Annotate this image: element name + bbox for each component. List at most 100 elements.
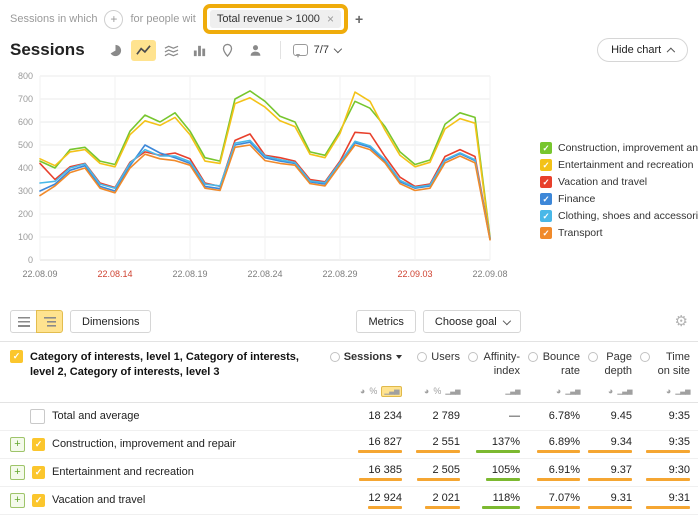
metric-cell: 9.45: [588, 403, 640, 430]
dimensions-button[interactable]: Dimensions: [70, 310, 151, 333]
series-checkbox-icon[interactable]: [540, 176, 552, 188]
bars-display-icon[interactable]: ▁▃▅: [565, 388, 580, 395]
legend-item[interactable]: Clothing, shoes and accessories: [540, 210, 698, 222]
bars-display-icon[interactable]: ▁▃▅: [384, 388, 399, 395]
series-checkbox-icon[interactable]: [540, 227, 552, 239]
legend-item[interactable]: Vacation and travel: [540, 176, 698, 188]
value-bar: [358, 450, 402, 453]
column-label: Users: [431, 351, 460, 365]
metric-cell: 16 385: [328, 459, 410, 486]
svg-text:22.08.24: 22.08.24: [247, 269, 282, 279]
line-chart-icon[interactable]: [131, 40, 156, 61]
legend-label: Construction, improvement and repair: [558, 142, 698, 154]
choose-goal-button[interactable]: Choose goal: [423, 310, 522, 333]
row-label[interactable]: Total and average: [52, 410, 139, 422]
metric-cell: 9:35: [640, 431, 698, 458]
metrics-button[interactable]: Metrics: [356, 310, 415, 333]
percent-display-icon[interactable]: %: [369, 387, 377, 396]
metric-value: 16 385: [368, 464, 402, 476]
column-header-sessions[interactable]: Sessions: [328, 342, 410, 382]
hide-chart-button[interactable]: Hide chart: [597, 38, 688, 62]
filter-tag[interactable]: Total revenue > 1000 ×: [210, 10, 341, 28]
filter-bar: Sessions in which + for people wit Total…: [0, 0, 698, 34]
row-label[interactable]: Construction, improvement and repair: [52, 438, 236, 450]
metric-value: 9:30: [669, 464, 690, 476]
column-header-page-depth[interactable]: Page depth: [588, 342, 640, 382]
map-icon[interactable]: [215, 40, 240, 61]
add-filter-button[interactable]: +: [355, 11, 363, 27]
svg-text:600: 600: [18, 117, 33, 127]
legend-item[interactable]: Construction, improvement and repair: [540, 142, 698, 154]
pie-display-icon[interactable]: ◕: [556, 387, 561, 396]
svg-text:22.09.08: 22.09.08: [472, 269, 507, 279]
pie-display-icon[interactable]: ◕: [608, 387, 613, 396]
metric-cell: 9.37: [588, 459, 640, 486]
metric-cell: 9.34: [588, 431, 640, 458]
column-header-affinity-index[interactable]: Affinity-index: [468, 342, 528, 382]
legend-label: Finance: [558, 193, 595, 205]
row-label[interactable]: Vacation and travel: [52, 494, 145, 506]
select-all-checkbox[interactable]: [10, 350, 23, 363]
percent-display-icon[interactable]: %: [433, 387, 441, 396]
row-checkbox[interactable]: [30, 409, 45, 424]
legend-label: Vacation and travel: [558, 176, 647, 188]
tree-view-button[interactable]: [36, 310, 63, 333]
bars-display-icon[interactable]: ▁▃▅: [675, 388, 690, 395]
add-condition-button[interactable]: +: [104, 10, 123, 29]
metric-cell: 105%: [468, 459, 528, 486]
pie-chart-icon[interactable]: [103, 40, 128, 61]
audience-icon[interactable]: [243, 40, 268, 61]
column-header-time-on-site[interactable]: Time on site: [640, 342, 698, 382]
bars-display-icon[interactable]: ▁▃▅: [617, 388, 632, 395]
legend-item[interactable]: Entertainment and recreation: [540, 159, 698, 171]
column-header-users[interactable]: Users: [410, 342, 468, 382]
legend-item[interactable]: Finance: [540, 193, 698, 205]
bars-display-icon[interactable]: ▁▃▅: [505, 388, 520, 395]
legend-item[interactable]: Transport: [540, 227, 698, 239]
legend-label: Entertainment and recreation: [558, 159, 693, 171]
metric-cell: 6.78%: [528, 403, 588, 430]
svg-text:22.08.29: 22.08.29: [322, 269, 357, 279]
pie-display-icon[interactable]: ◕: [360, 387, 365, 396]
svg-text:700: 700: [18, 94, 33, 104]
annotations-dropdown[interactable]: 7/7: [293, 44, 341, 56]
table-toolbar: Dimensions Metrics Choose goal ⚙: [0, 302, 698, 341]
page-title: Sessions: [10, 40, 85, 60]
value-bar: [368, 506, 402, 509]
value-bar: [588, 506, 632, 509]
table-body: Total and average18 2342 789—6.78%9.459:…: [0, 403, 698, 515]
expand-row-button[interactable]: +: [10, 493, 25, 508]
settings-gear-icon[interactable]: ⚙: [675, 314, 688, 329]
row-checkbox[interactable]: [32, 466, 45, 479]
value-bar: [482, 506, 520, 509]
pie-display-icon[interactable]: ◕: [666, 387, 671, 396]
series-checkbox-icon[interactable]: [540, 210, 552, 222]
row-label-cell: Total and average: [0, 403, 328, 430]
row-label-cell: + Vacation and travel: [0, 487, 328, 514]
tree-icon: [44, 317, 56, 327]
expand-row-button[interactable]: +: [10, 465, 25, 480]
expand-row-button[interactable]: +: [10, 437, 25, 452]
series-checkbox-icon[interactable]: [540, 193, 552, 205]
row-label[interactable]: Entertainment and recreation: [52, 466, 194, 478]
list-view-button[interactable]: [10, 310, 37, 333]
column-chart-icon[interactable]: [187, 40, 212, 61]
metric-cell: 2 551: [410, 431, 468, 458]
svg-text:400: 400: [18, 163, 33, 173]
series-checkbox-icon[interactable]: [540, 142, 552, 154]
bars-display-icon[interactable]: ▁▃▅: [445, 388, 460, 395]
pie-display-icon[interactable]: ◕: [424, 387, 429, 396]
value-bar: [588, 478, 632, 481]
metric-value: —: [509, 410, 520, 422]
remove-filter-icon[interactable]: ×: [327, 13, 334, 25]
row-checkbox[interactable]: [32, 494, 45, 507]
row-checkbox[interactable]: [32, 438, 45, 451]
table-row: +Construction, improvement and repair16 …: [0, 431, 698, 459]
series-checkbox-icon[interactable]: [540, 159, 552, 171]
comment-bubble-icon: [293, 44, 308, 56]
stacked-lines-icon[interactable]: [159, 40, 184, 61]
selected-display-box: ▁▃▅: [381, 386, 402, 397]
value-bar: [537, 450, 580, 453]
column-header-bounce-rate[interactable]: Bounce rate: [528, 342, 588, 382]
metric-circle-icon: [468, 352, 478, 362]
